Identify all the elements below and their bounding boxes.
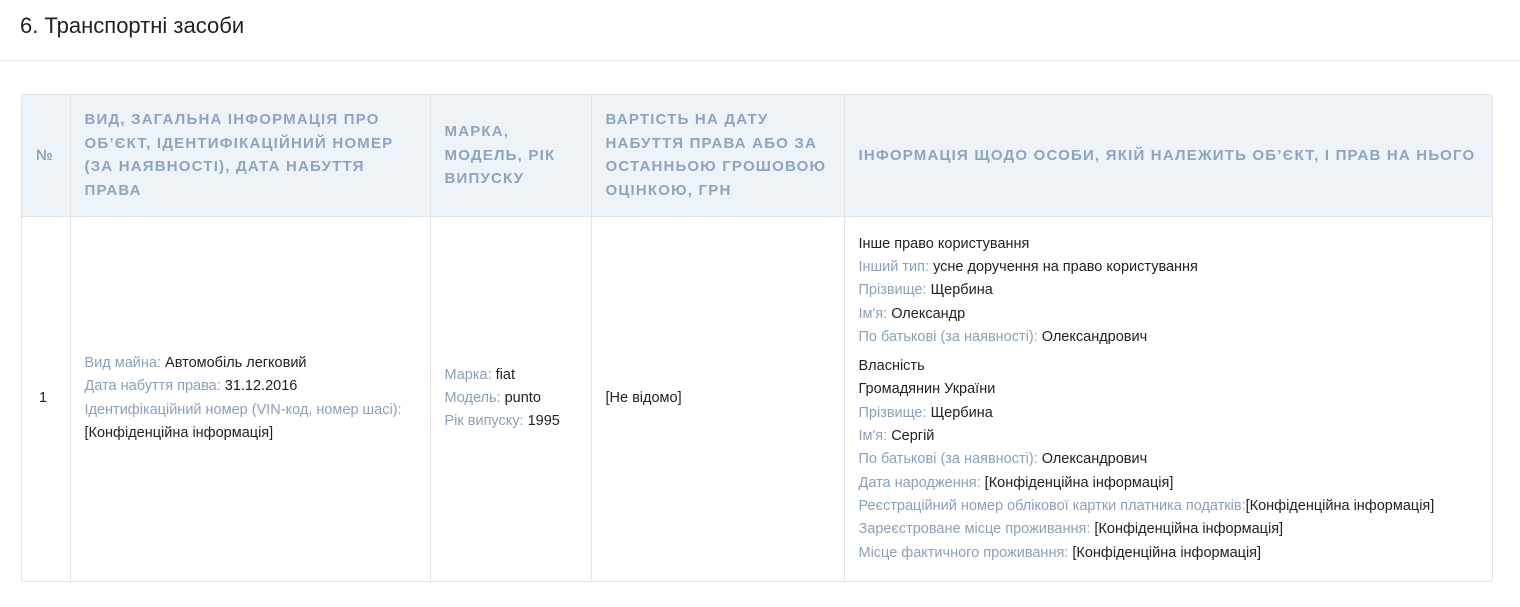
- tax-id-value: [Конфіденційна інформація]: [1245, 497, 1435, 514]
- object-cell: Вид майна: Автомобіль легковий Дата набу…: [70, 216, 431, 581]
- value-cell: [Не відомо]: [591, 216, 845, 581]
- first-name-label: Ім'я:: [858, 428, 888, 445]
- birth-date-value: [Конфіденційна інформація]: [984, 474, 1174, 491]
- model-label: Модель:: [444, 390, 501, 407]
- table-header-row: № Вид, загальна інформація про об’єкт, і…: [22, 95, 1492, 217]
- right-type: Власність: [858, 358, 925, 375]
- patronymic-value: Олександрович: [1041, 328, 1148, 345]
- first-name-value: Олександр: [891, 305, 966, 322]
- surname: Прізвище: Щербина: [859, 279, 1481, 302]
- acquired-date-label: Дата набуття права:: [84, 378, 221, 395]
- birth-date-label: Дата народження:: [858, 474, 981, 491]
- model: Модель: punto: [445, 387, 577, 410]
- patronymic: По батькові (за наявності): Олександрови…: [859, 448, 1481, 471]
- owner-block-usage: Інше право користування Інший тип: усне …: [859, 233, 1481, 349]
- surname-value: Щербина: [930, 404, 993, 421]
- other-type-label: Інший тип:: [858, 258, 930, 275]
- make-value: fiat: [495, 366, 515, 383]
- first-name: Ім'я: Сергій: [859, 425, 1481, 448]
- section-title: 6. Транспортні засоби: [20, 13, 245, 38]
- surname-label: Прізвище:: [858, 404, 927, 421]
- tax-id: Реєстраційний номер облікової картки пла…: [859, 495, 1481, 518]
- patronymic-value: Олександрович: [1041, 451, 1148, 468]
- actual-residence: Місце фактичного проживання: [Конфіденці…: [859, 542, 1481, 565]
- make-label: Марка:: [444, 366, 492, 383]
- registered-residence-value: [Конфіденційна інформація]: [1094, 521, 1284, 538]
- vin-value: [Конфіденційна інформація]: [84, 425, 274, 442]
- year-label: Рік випуску:: [444, 413, 524, 430]
- first-name-label: Ім'я:: [858, 305, 888, 322]
- brand-cell: Марка: fiat Модель: punto Рік випуску: 1…: [430, 216, 592, 581]
- first-name-value: Сергій: [891, 428, 935, 445]
- citizenship: Громадянин України: [858, 381, 996, 398]
- patronymic-label: По батькові (за наявності):: [858, 328, 1038, 345]
- header-object: Вид, загальна інформація про об’єкт, іде…: [70, 95, 431, 217]
- registered-residence-label: Зареєстроване місце проживання:: [858, 521, 1091, 538]
- year-value: 1995: [527, 413, 560, 430]
- title-divider: [0, 60, 1520, 61]
- other-type-value: усне доручення на право користування: [933, 258, 1198, 275]
- row-number: 1: [22, 216, 71, 581]
- tax-id-label: Реєстраційний номер облікової картки пла…: [858, 497, 1246, 514]
- owner-block-ownership: Власність Громадянин України Прізвище: Щ…: [859, 355, 1481, 565]
- registered-residence: Зареєстроване місце проживання: [Конфіде…: [859, 518, 1481, 541]
- header-value: Вартість на дату набуття права або за ос…: [591, 95, 845, 217]
- other-type: Інший тип: усне доручення на право корис…: [859, 256, 1481, 279]
- patronymic: По батькові (за наявності): Олександрови…: [859, 326, 1481, 349]
- acquired-date-value: 31.12.2016: [224, 378, 298, 395]
- right-type: Інше право користування: [858, 235, 1030, 252]
- surname-value: Щербина: [930, 282, 993, 299]
- actual-residence-value: [Конфіденційна інформація]: [1072, 544, 1262, 561]
- surname: Прізвище: Щербина: [859, 402, 1481, 425]
- first-name: Ім'я: Олександр: [859, 303, 1481, 326]
- patronymic-label: По батькові (за наявності):: [858, 451, 1038, 468]
- birth-date: Дата народження: [Конфіденційна інформац…: [859, 472, 1481, 495]
- vin-label: Ідентифікаційний номер (VIN-код, номер ш…: [84, 401, 402, 418]
- table-row: 1 Вид майна: Автомобіль легковий Дата на…: [22, 216, 1492, 581]
- property-type-label: Вид майна:: [84, 355, 162, 372]
- header-num: №: [22, 95, 71, 217]
- owner-cell: Інше право користування Інший тип: усне …: [844, 216, 1492, 581]
- make: Марка: fiat: [445, 364, 577, 387]
- property-type-value: Автомобіль легковий: [165, 355, 307, 372]
- vin-number: Ідентифікаційний номер (VIN-код, номер ш…: [85, 399, 416, 446]
- actual-residence-label: Місце фактичного проживання:: [858, 544, 1069, 561]
- acquired-date: Дата набуття права: 31.12.2016: [85, 375, 416, 398]
- vehicles-table: № Вид, загальна інформація про об’єкт, і…: [21, 94, 1493, 582]
- surname-label: Прізвище:: [858, 282, 927, 299]
- property-type: Вид майна: Автомобіль легковий: [85, 352, 416, 375]
- model-value: punto: [504, 390, 541, 407]
- header-brand: Марка, модель, рік випуску: [430, 95, 592, 217]
- header-owner: Інформація щодо особи, якій належить об’…: [844, 95, 1492, 217]
- vehicles-table-grid: № Вид, загальна інформація про об’єкт, і…: [22, 95, 1492, 581]
- year: Рік випуску: 1995: [445, 410, 577, 433]
